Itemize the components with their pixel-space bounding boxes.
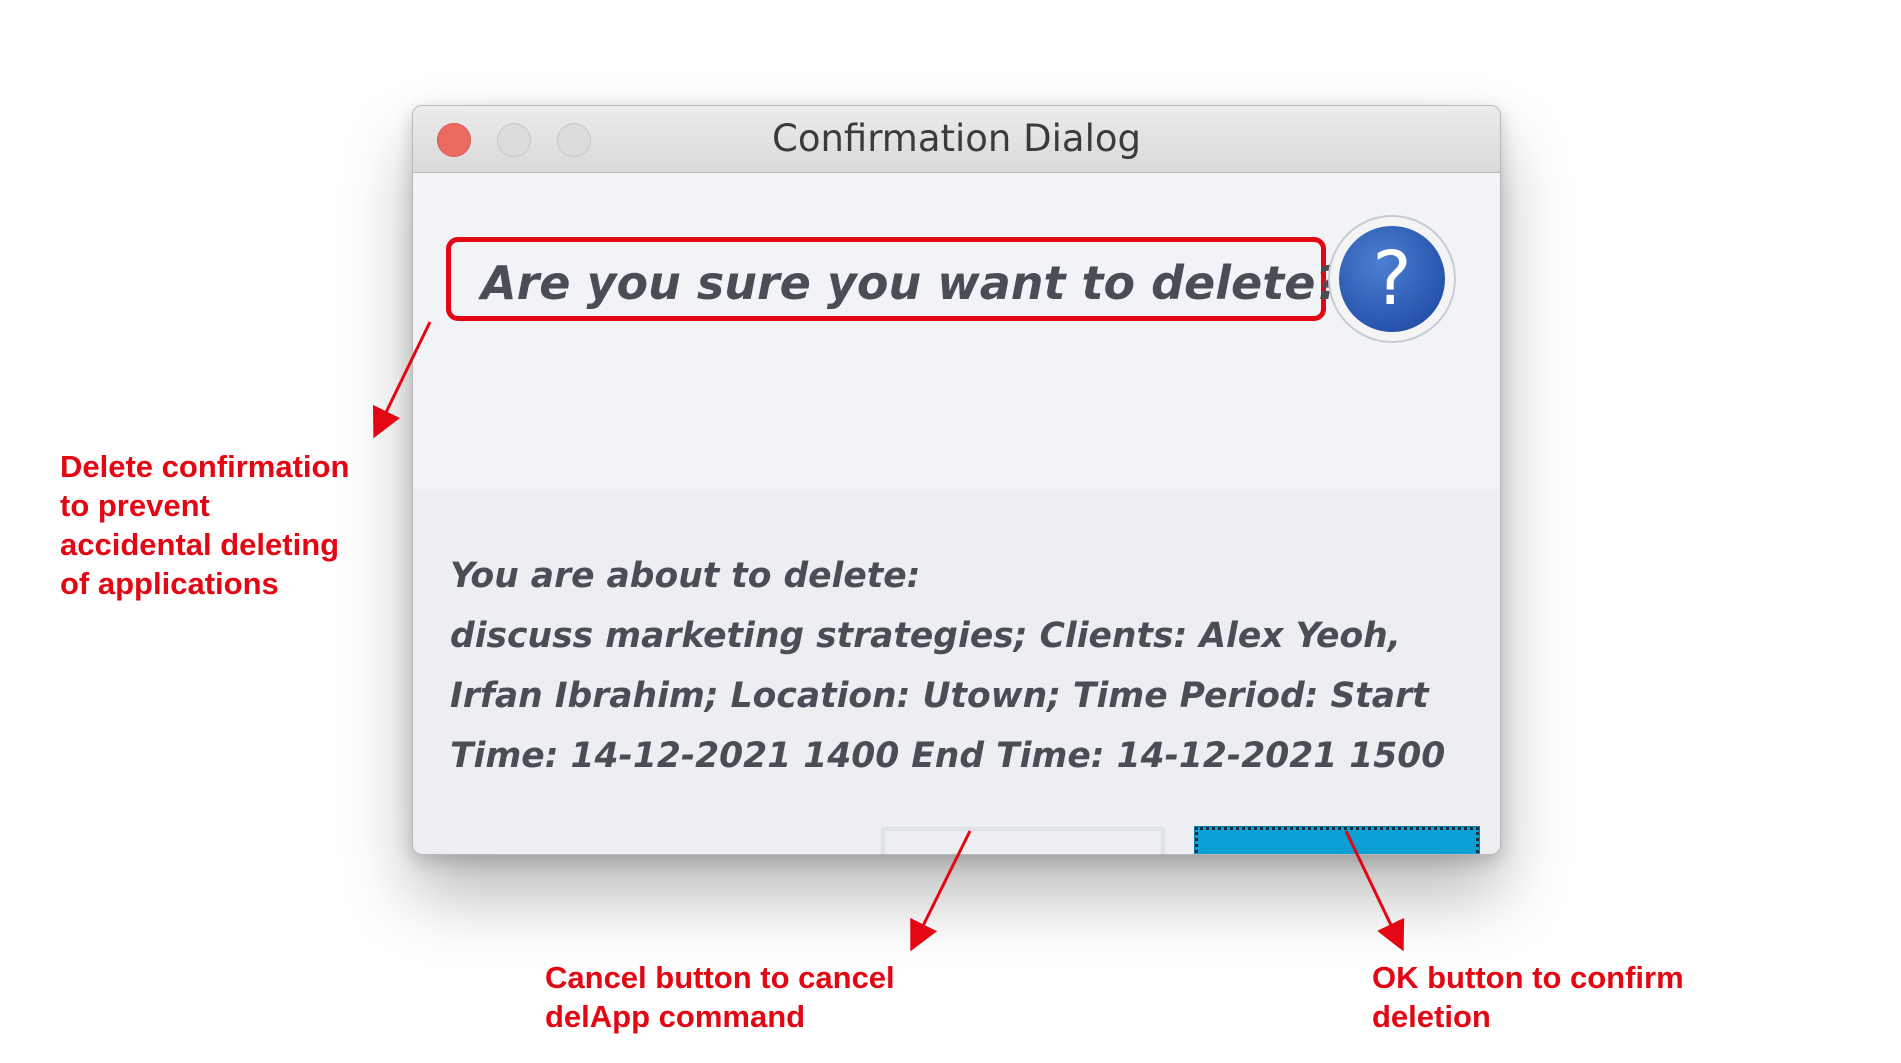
ok-button[interactable]: OK <box>1194 826 1480 854</box>
cancel-button-annotation: Cancel button to cancel delApp command <box>545 960 895 1034</box>
title-bar: Confirmation Dialog <box>413 106 1500 173</box>
delete-confirmation-annotation: Delete confirmation to prevent accidenta… <box>60 449 350 601</box>
window-title: Confirmation Dialog <box>772 117 1141 160</box>
cancel-button[interactable]: Cancel <box>881 827 1165 854</box>
dialog-header-area <box>413 173 1500 489</box>
question-icon: ? <box>1328 215 1456 343</box>
dialog-content: You are about to delete: discuss marketi… <box>450 546 1470 786</box>
dialog-content-line: Time: 14-12-2021 1400 End Time: 14-12-20… <box>450 736 1446 776</box>
page: Confirmation Dialog Are you sure you wan… <box>0 0 1901 1063</box>
dialog-content-line: You are about to delete: <box>450 556 921 596</box>
ok-button-annotation: OK button to confirm deletion <box>1372 960 1684 1034</box>
confirmation-dialog-window: Confirmation Dialog Are you sure you wan… <box>412 105 1501 855</box>
dialog-content-line: discuss marketing strategies; Clients: A… <box>450 616 1401 656</box>
dialog-header-text: Are you sure you want to delete? <box>446 237 1342 321</box>
dialog-content-line: Irfan Ibrahim; Location: Utown; Time Per… <box>450 676 1429 716</box>
